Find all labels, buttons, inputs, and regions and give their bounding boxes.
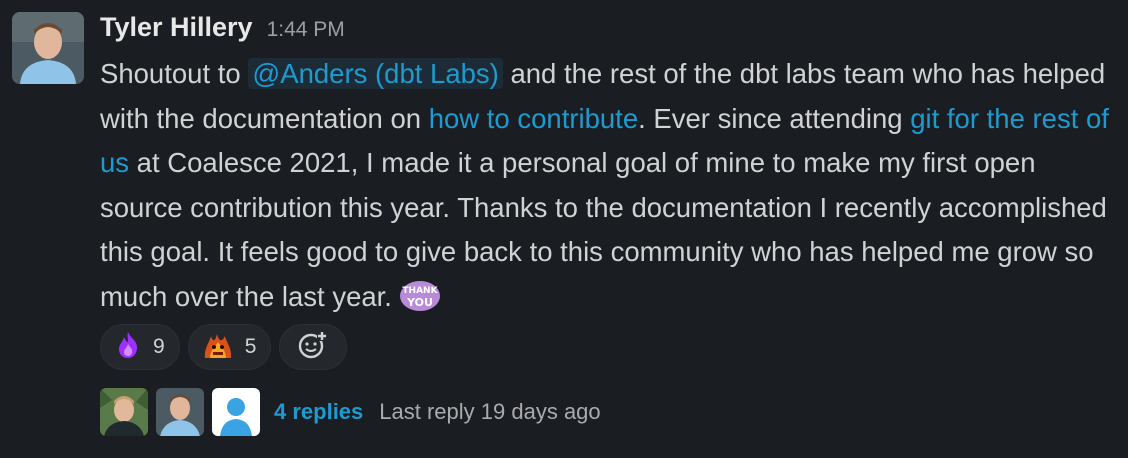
message-text: at Coalesce 2021, I made it a personal g… [100, 147, 1107, 312]
message-body: Shoutout to @Anders (dbt Labs) and the r… [100, 52, 1120, 319]
reply-avatar [156, 388, 204, 436]
svg-text:THANK: THANK [402, 286, 438, 296]
message-header: Tyler Hillery 1:44 PM [100, 12, 345, 48]
fire-creature-emoji [201, 330, 235, 365]
reply-avatar-default [212, 388, 260, 436]
author-name[interactable]: Tyler Hillery [100, 12, 253, 43]
thread-summary[interactable]: 4 replies Last reply 19 days ago [100, 388, 601, 436]
add-reaction-button[interactable] [279, 324, 348, 370]
reaction-count: 9 [153, 335, 165, 358]
replies-count-link[interactable]: 4 replies [274, 399, 363, 425]
reaction-count: 5 [244, 335, 257, 358]
reactions-bar: 9 5 [100, 324, 348, 370]
message-text: . Ever since attending [638, 102, 911, 134]
author-avatar[interactable] [12, 12, 84, 84]
svg-text:YOU: YOU [406, 296, 433, 309]
message-timestamp[interactable]: 1:44 PM [267, 18, 345, 42]
thank-you-emoji[interactable]: THANK YOU [398, 278, 442, 314]
last-reply-time: Last reply 19 days ago [379, 399, 601, 424]
user-mention[interactable]: @Anders (dbt Labs) [248, 58, 503, 89]
purple-flame-emoji [113, 330, 143, 365]
how-to-contribute-link[interactable]: how to contribute [429, 103, 638, 134]
reply-avatar [100, 388, 148, 436]
message-text: Shoutout to [100, 58, 249, 89]
reaction-purple-flame[interactable]: 9 [100, 324, 180, 370]
add-reaction-icon [297, 330, 329, 365]
reaction-fire-creature[interactable]: 5 [187, 324, 272, 370]
